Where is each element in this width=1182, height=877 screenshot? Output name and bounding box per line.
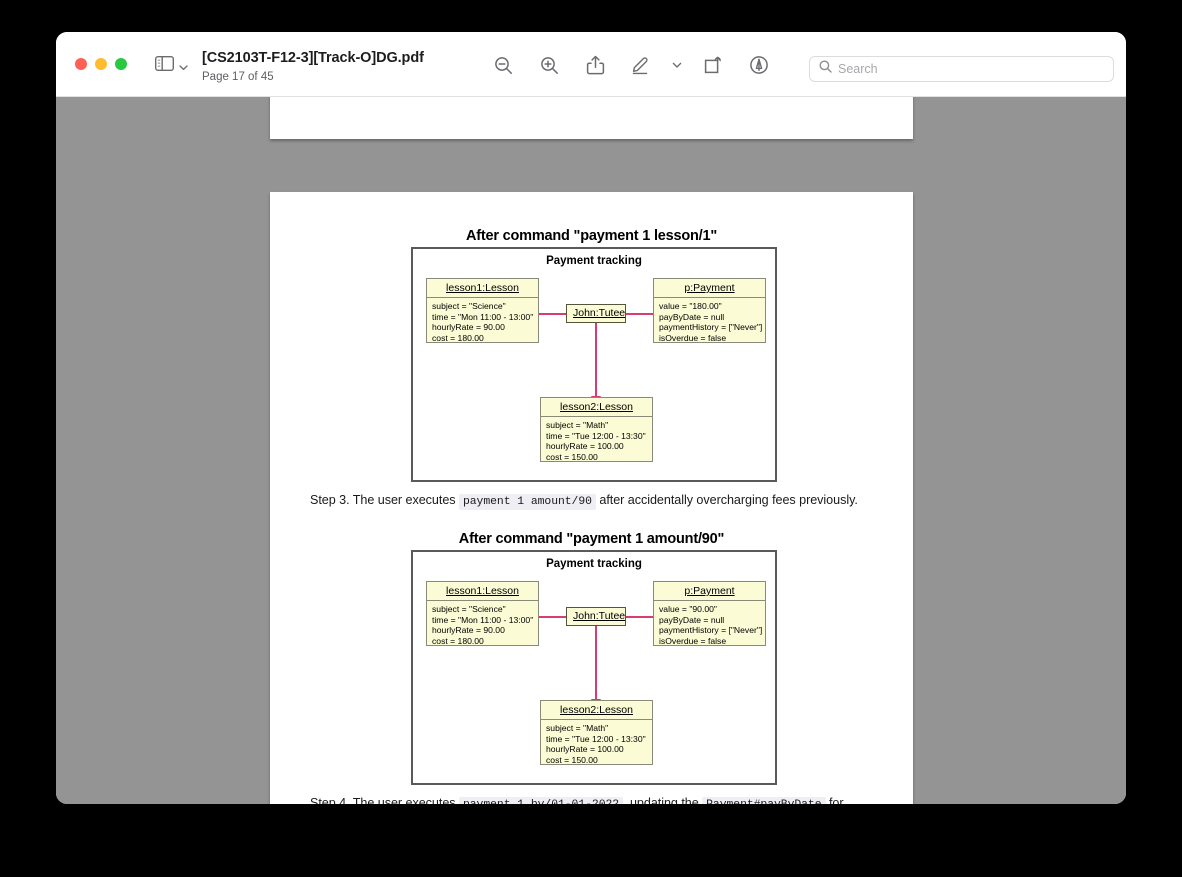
step4-paragraph: Step 4. The user executes payment 1 by/0… <box>310 792 870 804</box>
diagram2-frame: Payment tracking lesson1:Lesson subject … <box>411 550 777 785</box>
diagram1-frame: Payment tracking lesson1:Lesson subject … <box>411 247 777 482</box>
zoom-in-button[interactable] <box>526 52 572 78</box>
markup-options-button[interactable] <box>664 52 690 78</box>
step4-code-1: payment 1 by/01-01-2022 <box>458 797 624 804</box>
object-lesson2-attributes: subject = "Math" time = "Tue 12:00 - 13:… <box>546 723 646 765</box>
chevron-down-icon <box>179 59 188 71</box>
pdf-scroll-area[interactable]: After command "payment 1 lesson/1" Payme… <box>56 97 1126 804</box>
annotate-button[interactable] <box>736 52 782 78</box>
step4-prefix: Step 4. The user executes <box>310 796 459 804</box>
object-lesson2-header: lesson2:Lesson <box>541 398 652 417</box>
link-tutee-lesson2 <box>595 323 597 399</box>
sidebar-icon <box>154 55 175 72</box>
step3-code: payment 1 amount/90 <box>458 494 596 510</box>
rotate-button[interactable] <box>690 52 736 78</box>
step3-suffix: after accidentally overcharging fees pre… <box>595 493 858 507</box>
object-lesson1: lesson1:Lesson subject = "Science" time … <box>426 278 539 343</box>
diagram2-caption: After command "payment 1 amount/90" <box>458 531 725 547</box>
object-lesson1-header: lesson1:Lesson <box>427 582 538 601</box>
object-lesson1: lesson1:Lesson subject = "Science" time … <box>426 581 539 646</box>
object-lesson2: lesson2:Lesson subject = "Math" time = "… <box>540 397 653 462</box>
step4-code-2: Payment#payByDate <box>702 797 826 804</box>
object-lesson1-header: lesson1:Lesson <box>427 279 538 298</box>
object-lesson2-attributes: subject = "Math" time = "Tue 12:00 - 13:… <box>546 420 646 462</box>
object-payment-attributes: value = "90.00" payByDate = null payment… <box>659 604 763 646</box>
markup-button[interactable] <box>618 52 664 78</box>
page-title: [CS2103T-F12-3][Track-O]DG.pdf <box>202 50 424 66</box>
object-payment-attributes: value = "180.00" payByDate = null paymen… <box>659 301 763 343</box>
diagram2-frame-title: Payment tracking <box>546 558 642 570</box>
document-title-group: [CS2103T-F12-3][Track-O]DG.pdf Page 17 o… <box>202 48 424 85</box>
maximize-button[interactable] <box>115 58 127 70</box>
object-lesson1-attributes: subject = "Science" time = "Mon 11:00 - … <box>432 301 534 343</box>
pdf-viewer-window: [CS2103T-F12-3][Track-O]DG.pdf Page 17 o… <box>56 32 1126 804</box>
object-john-tutee: John:Tutee <box>566 304 626 323</box>
object-lesson2: lesson2:Lesson subject = "Math" time = "… <box>540 700 653 765</box>
object-payment-header: p:Payment <box>654 279 765 298</box>
sidebar-toggle-button[interactable] <box>154 55 188 72</box>
pdf-page-current: After command "payment 1 lesson/1" Payme… <box>270 192 913 804</box>
step3-paragraph: Step 3. The user executes payment 1 amou… <box>310 489 880 513</box>
page-indicator: Page 17 of 45 <box>202 71 274 83</box>
object-payment-header: p:Payment <box>654 582 765 601</box>
step4-middle: , updating the <box>623 796 703 804</box>
chevron-down-icon <box>672 62 682 68</box>
traffic-light-group <box>75 58 127 70</box>
diagram1-caption: After command "payment 1 lesson/1" <box>465 228 718 244</box>
link-tutee-lesson2 <box>595 626 597 702</box>
diagram1-frame-title: Payment tracking <box>546 255 642 267</box>
search-input[interactable]: Search <box>809 56 1114 82</box>
close-button[interactable] <box>75 58 87 70</box>
object-payment: p:Payment value = "180.00" payByDate = n… <box>653 278 766 343</box>
share-button[interactable] <box>572 52 618 78</box>
window-titlebar: [CS2103T-F12-3][Track-O]DG.pdf Page 17 o… <box>56 32 1126 97</box>
minimize-button[interactable] <box>95 58 107 70</box>
search-placeholder: Search <box>838 62 878 76</box>
step3-prefix: Step 3. The user executes <box>310 493 459 507</box>
search-icon <box>819 60 832 78</box>
pdf-page-previous <box>270 97 913 139</box>
object-payment: p:Payment value = "90.00" payByDate = nu… <box>653 581 766 646</box>
zoom-out-button[interactable] <box>480 52 526 78</box>
toolbar <box>480 52 782 78</box>
object-lesson2-header: lesson2:Lesson <box>541 701 652 720</box>
object-john-tutee: John:Tutee <box>566 607 626 626</box>
object-lesson1-attributes: subject = "Science" time = "Mon 11:00 - … <box>432 604 534 646</box>
